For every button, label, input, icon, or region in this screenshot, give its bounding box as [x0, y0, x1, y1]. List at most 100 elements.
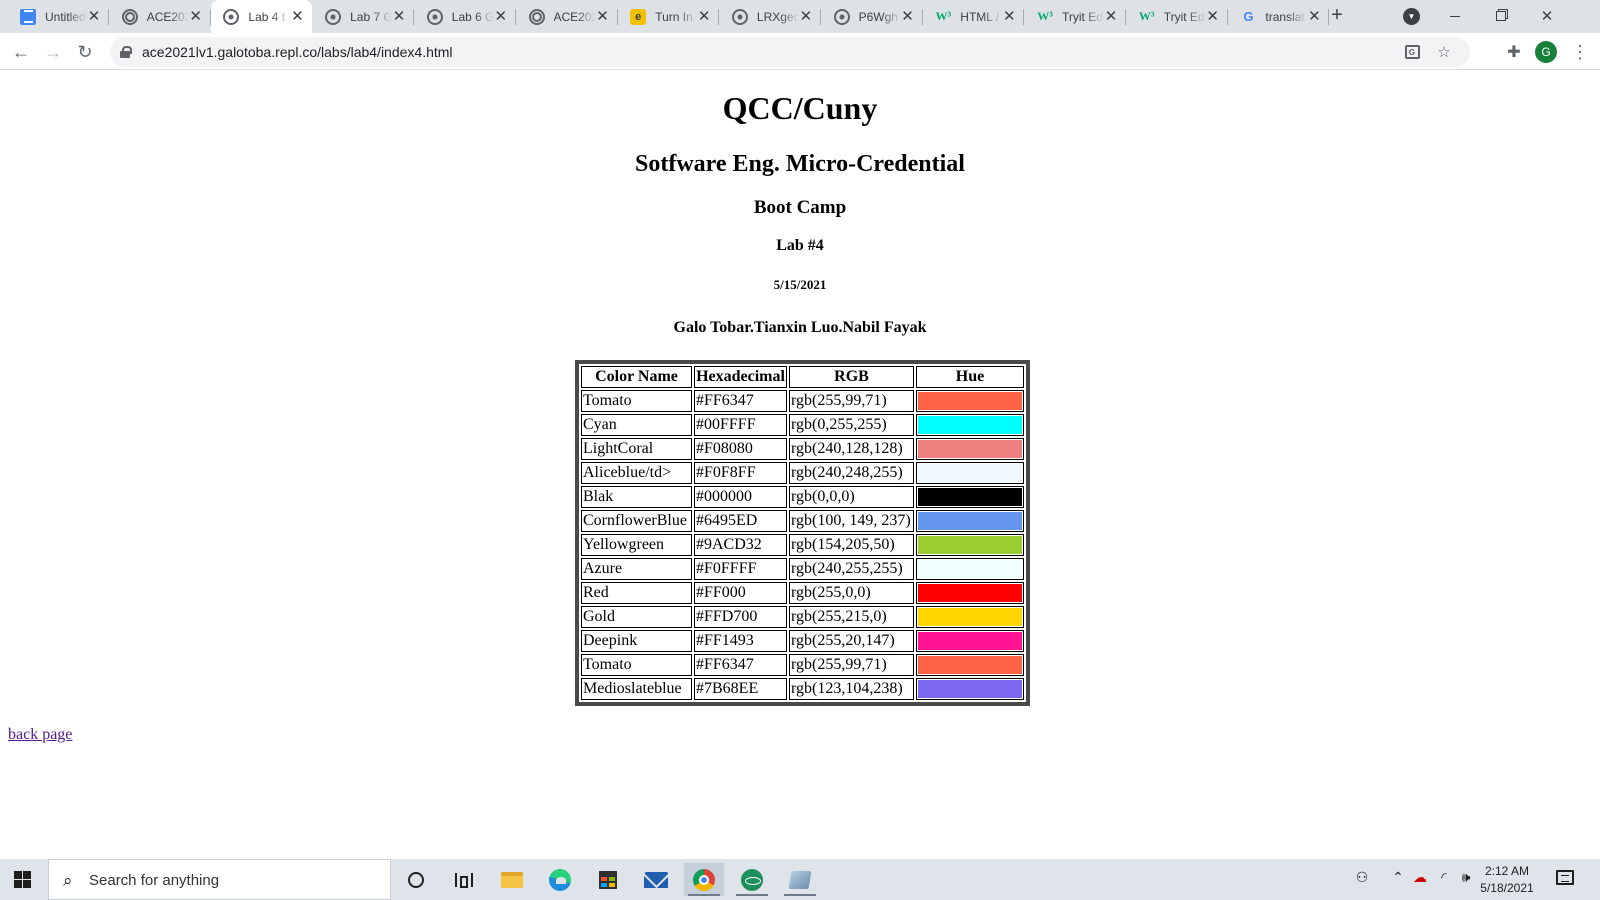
microsoft-store-icon[interactable] [588, 863, 628, 896]
color-swatch [918, 608, 1022, 626]
system-clock[interactable]: 2:12 AM 5/18/2021 [1472, 863, 1542, 897]
taskbar-search-box[interactable]: ⌕ Search for anything [48, 859, 391, 900]
back-arrow-icon[interactable]: ← [9, 40, 33, 64]
browser-tab[interactable]: Lab 4 t ✕ [211, 0, 313, 33]
edge-browser-icon[interactable] [540, 863, 580, 896]
mail-icon[interactable] [636, 863, 676, 896]
browser-tab[interactable]: e Turn In ✕ [618, 0, 720, 33]
rgb-cell: rgb(100, 149, 237) [789, 510, 914, 532]
browser-tab[interactable]: W³ HTML / ✕ [923, 0, 1025, 33]
hue-cell [916, 582, 1024, 604]
hex-cell: #FFD700 [694, 606, 787, 628]
color-name-cell: Azure [581, 558, 692, 580]
page-subtitle: Sotfware Eng. Micro-Credential [635, 151, 965, 177]
profile-avatar[interactable]: G [1535, 41, 1557, 63]
tab-close-icon[interactable]: ✕ [494, 9, 508, 24]
table-row: Aliceblue/td> #F0F8FF rgb(240,248,255) [581, 462, 1024, 484]
task-view-icon[interactable] [444, 863, 484, 896]
people-icon[interactable]: ⚇ [1352, 869, 1372, 886]
table-row: Blak #000000 rgb(0,0,0) [581, 486, 1024, 508]
table-row: LightCoral #F08080 rgb(240,128,128) [581, 438, 1024, 460]
cortana-icon[interactable] [396, 863, 436, 896]
tab-title: ACE2021 [553, 9, 596, 24]
color-swatch [918, 440, 1022, 458]
hue-cell [916, 510, 1024, 532]
notes-app-icon[interactable] [780, 863, 820, 896]
browser-tab[interactable]: P6Wgh ✕ [822, 0, 923, 33]
color-name-cell: Aliceblue/td> [581, 462, 692, 484]
tab-close-icon[interactable]: ✕ [1307, 9, 1321, 24]
tab-close-icon[interactable]: ✕ [1002, 9, 1016, 24]
browser-tab[interactable]: Lab 6 G ✕ [415, 0, 516, 33]
bookmark-star-icon[interactable]: ☆ [1434, 42, 1454, 62]
notification-center-icon[interactable] [1556, 870, 1574, 885]
tab-close-icon[interactable]: ✕ [392, 9, 406, 24]
atom-editor-icon[interactable] [732, 863, 772, 896]
table-row: Deepink #FF1493 rgb(255,20,147) [581, 630, 1024, 652]
reload-icon[interactable]: ↻ [73, 40, 97, 64]
chrome-icon[interactable] [684, 863, 724, 896]
tab-close-icon[interactable]: ✕ [290, 9, 304, 24]
browser-tab[interactable]: W³ Tryit Ed ✕ [1025, 0, 1126, 33]
hue-cell [916, 438, 1024, 460]
menu-dots-icon[interactable]: ⋮ [1571, 41, 1589, 63]
program-heading: Boot Camp [753, 197, 847, 218]
color-name-cell: CornflowerBlue [581, 510, 692, 532]
w3schools-icon: W³ [1138, 9, 1155, 23]
browser-tab[interactable]: Untitled ✕ [8, 0, 109, 33]
address-bar[interactable]: ace2021lv1.galotoba.repl.co/labs/lab4/in… [110, 37, 1470, 67]
browser-tab[interactable]: Gtranslat ✕ [1228, 0, 1330, 33]
tab-title: ACE2021 [146, 9, 189, 24]
wifi-icon[interactable]: ◜ [1434, 869, 1454, 886]
tab-close-icon[interactable]: ✕ [1206, 9, 1220, 24]
restore-button[interactable] [1478, 0, 1524, 32]
tab-close-icon[interactable]: ✕ [1104, 9, 1118, 24]
back-page-link[interactable]: back page [8, 726, 72, 744]
hue-cell [916, 390, 1024, 412]
header-rgb: RGB [789, 366, 914, 388]
hex-cell: #7B68EE [694, 678, 787, 700]
extensions-puzzle-icon[interactable]: ✚ [1502, 40, 1526, 64]
hue-cell [916, 414, 1024, 436]
tab-close-icon[interactable]: ✕ [697, 9, 711, 24]
tab-close-icon[interactable]: ✕ [189, 9, 203, 24]
tab-close-icon[interactable]: ✕ [799, 9, 813, 24]
tab-title: LRXgec [756, 9, 799, 24]
table-row: Red #FF000 rgb(255,0,0) [581, 582, 1024, 604]
browser-tab[interactable]: ACE2021✕ [517, 0, 618, 33]
close-window-button[interactable]: ✕ [1524, 0, 1570, 32]
tab-close-icon[interactable]: ✕ [901, 9, 915, 24]
table-row: Tomato #FF6347 rgb(255,99,71) [581, 390, 1024, 412]
date-heading: 5/15/2021 [773, 277, 827, 292]
translate-icon[interactable]: G [1402, 42, 1422, 62]
hex-cell: #000000 [694, 486, 787, 508]
tab-close-icon[interactable]: ✕ [596, 9, 610, 24]
browser-tab[interactable]: Lab 7 G ✕ [313, 0, 415, 33]
replit-icon [528, 8, 545, 25]
forward-arrow-icon[interactable]: → [41, 40, 65, 64]
onedrive-error-icon[interactable]: ☁ [1410, 869, 1430, 886]
tab-title: HTML / [960, 9, 1000, 24]
browser-tab[interactable]: W³ Tryit Ed ✕ [1127, 0, 1228, 33]
chevron-up-icon[interactable]: ⌃ [1388, 869, 1408, 886]
hue-cell [916, 630, 1024, 652]
url-text[interactable]: ace2021lv1.galotoba.repl.co/labs/lab4/in… [142, 44, 453, 60]
color-swatch [918, 656, 1022, 674]
tab-close-icon[interactable]: ✕ [87, 9, 101, 24]
rgb-cell: rgb(255,215,0) [789, 606, 914, 628]
globe-icon [223, 8, 240, 25]
hue-cell [916, 534, 1024, 556]
browser-tab[interactable]: LRXgec ✕ [720, 0, 821, 33]
replit-icon [121, 8, 138, 25]
color-swatch [918, 488, 1022, 506]
tab-title: Turn In [655, 9, 693, 24]
browser-tab[interactable]: ACE2021✕ [110, 0, 211, 33]
windows-start-icon[interactable] [14, 871, 31, 888]
lock-icon[interactable] [120, 46, 132, 58]
minimize-button[interactable] [1432, 0, 1478, 32]
new-tab-button[interactable]: + [1326, 5, 1348, 27]
hex-cell: #9ACD32 [694, 534, 787, 556]
globe-icon [833, 8, 850, 25]
file-explorer-icon[interactable] [492, 863, 532, 896]
tab-search-button[interactable]: ▼ [1403, 8, 1420, 25]
